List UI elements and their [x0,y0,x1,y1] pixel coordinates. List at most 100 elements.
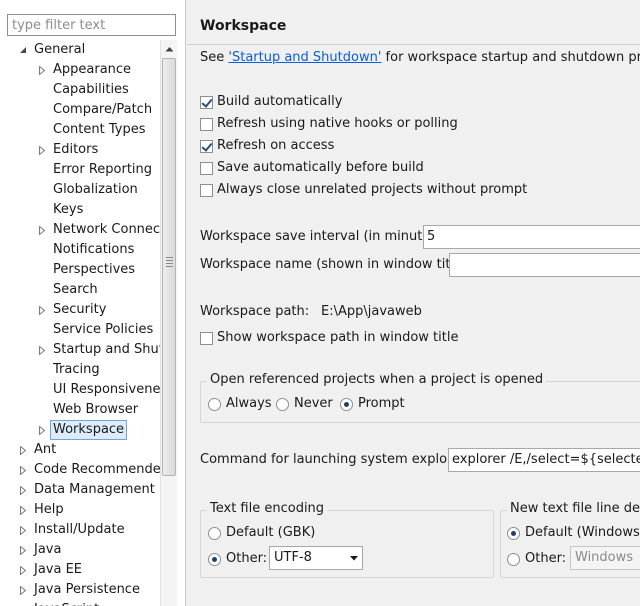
open-always-label: Always [226,396,272,411]
delimiter-combo[interactable]: Windows [570,546,640,570]
build-automatically-label: Build automatically [217,94,343,109]
tree-item-label: Capabilities [53,82,129,97]
expanded-triangle-icon[interactable] [16,40,30,60]
open-always-dot[interactable] [208,397,221,411]
refresh-native-hooks-box[interactable] [200,117,213,131]
collapsed-triangle-icon[interactable] [16,440,30,460]
tree-item-appearance[interactable]: Appearance [0,60,160,80]
open-always-radio[interactable]: Always [208,394,272,414]
tree-item-compare-patch[interactable]: Compare/Patch [0,100,160,120]
open-never-radio[interactable]: Never [276,394,333,414]
tree-item-label: Security [53,302,107,317]
refresh-on-access-checkbox[interactable]: Refresh on access [200,136,334,156]
tree-item-network-connections[interactable]: Network Connections [0,220,160,240]
intro-text: See 'Startup and Shutdown' for workspace… [200,50,640,65]
tree-item-label: Error Reporting [53,162,153,177]
tree-item-label: Perspectives [53,262,136,277]
tree-item-perspectives[interactable]: Perspectives [0,260,160,280]
tree-item-ui-responsiveness[interactable]: UI Responsiveness [0,380,160,400]
show-path-box[interactable] [200,331,213,345]
encoding-other-label: Other: [226,551,268,566]
tree-item-label: Install/Update [34,522,125,537]
open-prompt-radio[interactable]: Prompt [340,394,405,414]
tree-item-help[interactable]: Help [0,500,160,520]
tree-item-capabilities[interactable]: Capabilities [0,80,160,100]
explorer-command-field[interactable]: explorer /E,/select=${selected_resource_… [448,448,640,472]
close-unrelated-projects-label: Always close unrelated projects without … [217,182,528,197]
scroll-up-arrow-icon[interactable] [161,40,177,57]
collapsed-triangle-icon[interactable] [16,460,30,480]
tree-item-java[interactable]: Java [0,540,160,560]
encoding-other-dot[interactable] [208,552,221,566]
encoding-default-dot[interactable] [208,526,221,540]
tree-item-workspace[interactable]: Workspace [0,420,160,440]
tree-item-tracing[interactable]: Tracing [0,360,160,380]
scrollbar-thumb[interactable] [162,58,176,476]
delimiter-other-radio[interactable]: Other: [507,549,566,569]
collapsed-triangle-icon[interactable] [35,340,49,360]
close-unrelated-projects-box[interactable] [200,183,213,197]
open-never-dot[interactable] [276,397,289,411]
tree-item-web-browser[interactable]: Web Browser [0,400,160,420]
refresh-on-access-box[interactable] [200,139,213,153]
workspace-name-field[interactable] [449,253,640,277]
save-interval-field[interactable]: 5 [423,225,640,249]
collapsed-triangle-icon[interactable] [35,140,49,160]
tree-item-general[interactable]: General [0,40,160,60]
tree-item-service-policies[interactable]: Service Policies [0,320,160,340]
delimiter-default-radio[interactable]: Default (Windows) [507,523,640,543]
tree-item-startup-and-shutdown[interactable]: Startup and Shutdown [0,340,160,360]
tree-scrollbar[interactable] [160,40,177,606]
chevron-down-icon[interactable] [350,547,358,569]
collapsed-triangle-icon[interactable] [35,220,49,240]
encoding-default-radio[interactable]: Default (GBK) [208,523,315,543]
encoding-other-radio[interactable]: Other: [208,549,267,569]
tree-item-ant[interactable]: Ant [0,440,160,460]
tree-item-data-management[interactable]: Data Management [0,480,160,500]
collapsed-triangle-icon[interactable] [16,500,30,520]
tree-item-search[interactable]: Search [0,280,160,300]
collapsed-triangle-icon[interactable] [35,420,49,440]
refresh-native-hooks-checkbox[interactable]: Refresh using native hooks or polling [200,114,458,134]
page-title: Workspace [200,18,287,34]
save-before-build-checkbox[interactable]: Save automatically before build [200,158,424,178]
filter-input[interactable] [7,14,176,36]
show-path-checkbox[interactable]: Show workspace path in window title [200,328,458,348]
close-unrelated-projects-checkbox[interactable]: Always close unrelated projects without … [200,180,527,200]
collapsed-triangle-icon[interactable] [35,60,49,80]
tree-item-javascript[interactable]: JavaScript [0,600,160,606]
tree-item-java-persistence[interactable]: Java Persistence [0,580,160,600]
build-automatically-box[interactable] [200,95,213,109]
tree-item-notifications[interactable]: Notifications [0,240,160,260]
delimiter-other-dot[interactable] [507,552,520,566]
tree-item-content-types[interactable]: Content Types [0,120,160,140]
collapsed-triangle-icon[interactable] [16,580,30,600]
preferences-tree-panel: General Appearance Capabilities Compare/Pat… [0,0,186,606]
build-automatically-checkbox[interactable]: Build automatically [200,92,342,112]
tree-item-keys[interactable]: Keys [0,200,160,220]
title-separator [187,44,640,45]
open-prompt-dot[interactable] [340,397,353,411]
collapsed-triangle-icon[interactable] [16,520,30,540]
tree-item-code-recommenders[interactable]: Code Recommenders [0,460,160,480]
delimiter-default-label: Default (Windows) [525,525,640,540]
tree-item-globalization[interactable]: Globalization [0,180,160,200]
refresh-on-access-label: Refresh on access [217,138,335,153]
collapsed-triangle-icon[interactable] [16,600,30,606]
collapsed-triangle-icon[interactable] [16,540,30,560]
tree-item-label: Notifications [53,242,135,257]
save-before-build-box[interactable] [200,161,213,175]
startup-shutdown-link[interactable]: 'Startup and Shutdown' [228,50,381,65]
tree-item-error-reporting[interactable]: Error Reporting [0,160,160,180]
collapsed-triangle-icon[interactable] [35,300,49,320]
tree-item-editors[interactable]: Editors [0,140,160,160]
tree-item-label: Code Recommenders [34,462,160,477]
tree-item-label: UI Responsiveness [53,382,160,397]
delimiter-default-dot[interactable] [507,526,520,540]
tree-item-install-update[interactable]: Install/Update [0,520,160,540]
collapsed-triangle-icon[interactable] [16,480,30,500]
tree-item-security[interactable]: Security [0,300,160,320]
encoding-combo[interactable]: UTF-8 [269,546,363,570]
tree-item-java-ee[interactable]: Java EE [0,560,160,580]
collapsed-triangle-icon[interactable] [16,560,30,580]
